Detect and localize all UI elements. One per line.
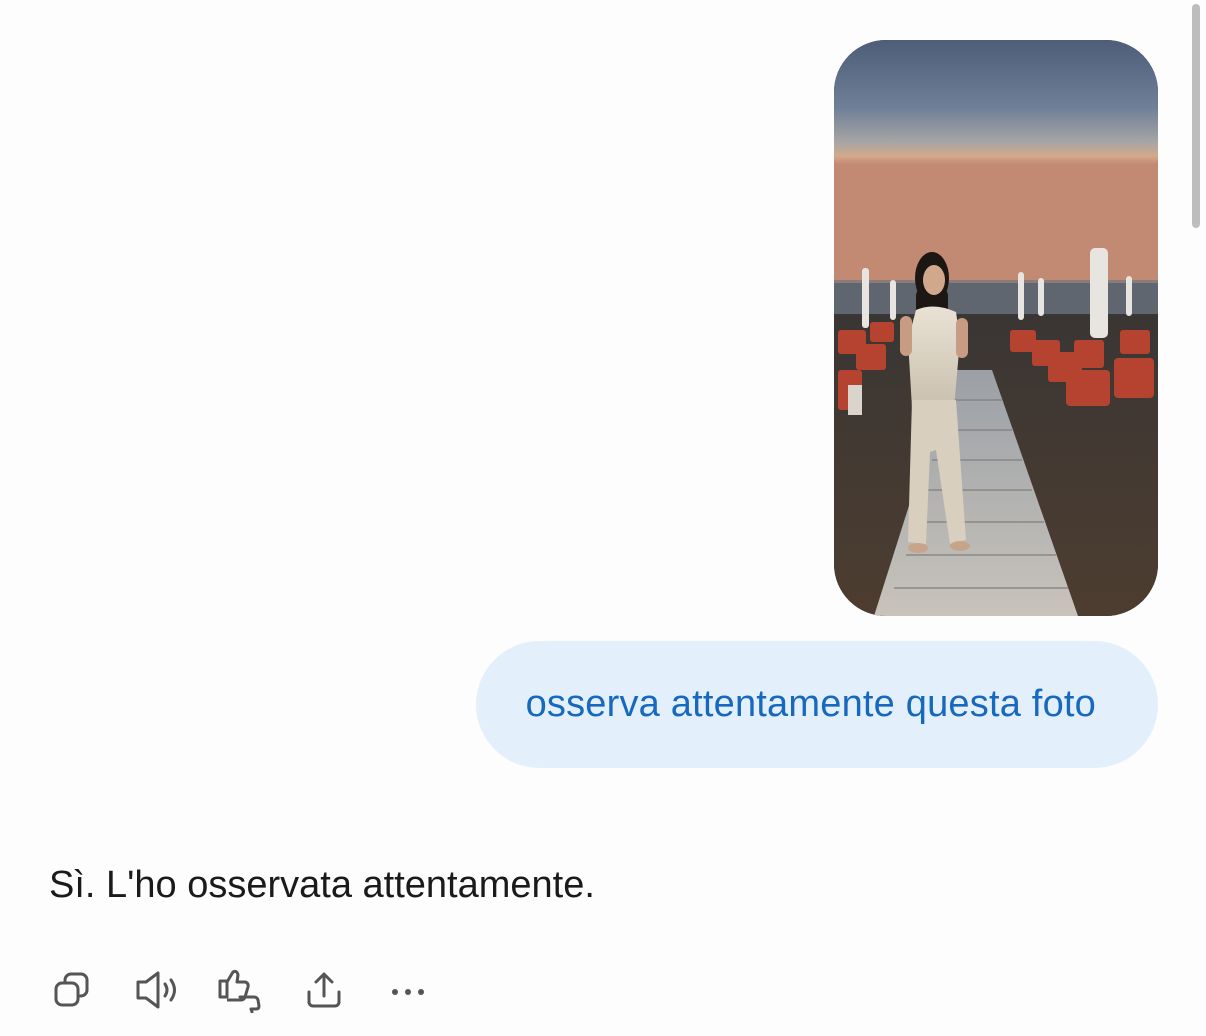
read-aloud-button[interactable] — [132, 964, 180, 1016]
beach-photo-image — [834, 40, 1158, 616]
share-icon — [307, 972, 341, 1008]
feedback-button[interactable] — [216, 964, 264, 1016]
message-actions-toolbar — [48, 962, 468, 1018]
share-button[interactable] — [300, 964, 348, 1016]
more-button[interactable] — [384, 964, 432, 1016]
scrollbar[interactable] — [1192, 4, 1200, 228]
assistant-message-text: Sì. L'ho osservata attentamente. — [49, 864, 595, 906]
user-photo-attachment[interactable] — [834, 40, 1158, 616]
user-message-bubble: osserva attentamente questa foto — [475, 641, 1158, 768]
speaker-icon — [136, 971, 176, 1009]
user-message-text: osserva attentamente questa foto — [525, 683, 1096, 725]
more-icon — [392, 989, 424, 995]
chat-page: osserva attentamente questa foto Sì. L'h… — [0, 0, 1206, 1036]
copy-button[interactable] — [48, 964, 96, 1016]
copy-icon — [54, 972, 89, 1007]
thumbs-icon — [218, 969, 261, 1013]
